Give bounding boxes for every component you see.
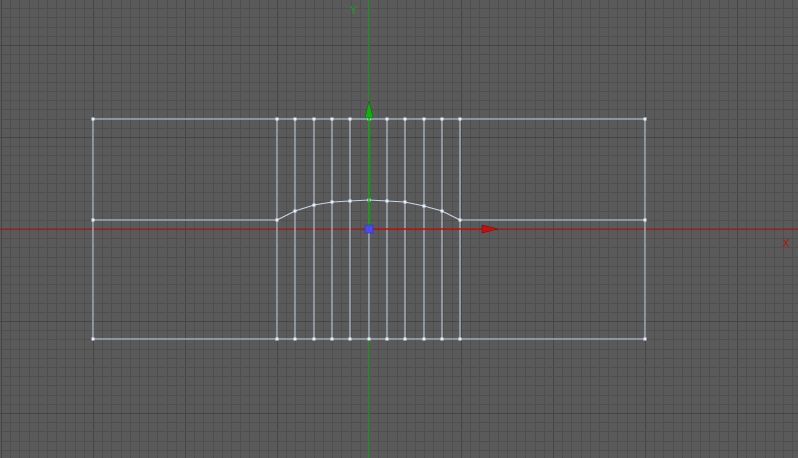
mesh-vertex[interactable] xyxy=(422,117,426,121)
mesh-vertex[interactable] xyxy=(91,117,95,121)
y-axis-label: Y xyxy=(349,4,357,17)
mesh-vertex[interactable] xyxy=(275,218,279,222)
pivot-square-icon[interactable] xyxy=(364,224,374,234)
mesh-vertex[interactable] xyxy=(348,117,352,121)
x-axis-label: X xyxy=(782,237,790,250)
mesh-vertex[interactable] xyxy=(403,200,407,204)
mesh-vertex[interactable] xyxy=(643,337,647,341)
mesh-vertex[interactable] xyxy=(91,337,95,341)
mesh-vertex[interactable] xyxy=(348,199,352,203)
mesh-vertex[interactable] xyxy=(385,337,389,341)
mesh-vertex[interactable] xyxy=(458,337,462,341)
3d-viewport[interactable]: X Y xyxy=(0,0,798,458)
viewport-canvas[interactable]: X Y xyxy=(0,0,798,458)
mesh-vertex[interactable] xyxy=(330,200,334,204)
mesh-vertex[interactable] xyxy=(440,117,444,121)
mesh-vertex[interactable] xyxy=(385,117,389,121)
mesh-vertex[interactable] xyxy=(348,337,352,341)
mesh-vertex[interactable] xyxy=(330,337,334,341)
mesh-vertex[interactable] xyxy=(440,337,444,341)
mesh-vertex[interactable] xyxy=(312,203,316,207)
mesh-vertex[interactable] xyxy=(367,337,371,341)
mesh-vertex[interactable] xyxy=(275,117,279,121)
mesh-vertex[interactable] xyxy=(440,209,444,213)
mesh-vertex[interactable] xyxy=(458,117,462,121)
mesh-vertex[interactable] xyxy=(403,117,407,121)
mesh-vertex[interactable] xyxy=(422,204,426,208)
mesh-vertex[interactable] xyxy=(275,337,279,341)
mesh-vertex[interactable] xyxy=(312,117,316,121)
mesh-vertex[interactable] xyxy=(403,337,407,341)
mesh-vertex[interactable] xyxy=(293,117,297,121)
transform-gizmo[interactable] xyxy=(364,100,499,234)
mesh-vertex[interactable] xyxy=(385,199,389,203)
mesh-vertex[interactable] xyxy=(422,337,426,341)
mesh-vertex[interactable] xyxy=(458,218,462,222)
mesh-vertex[interactable] xyxy=(293,209,297,213)
mesh-vertex[interactable] xyxy=(312,337,316,341)
mesh-vertex[interactable] xyxy=(330,117,334,121)
mesh-vertex[interactable] xyxy=(91,218,95,222)
mesh-vertex[interactable] xyxy=(643,218,647,222)
mesh-vertex[interactable] xyxy=(643,117,647,121)
mesh-vertex[interactable] xyxy=(293,337,297,341)
